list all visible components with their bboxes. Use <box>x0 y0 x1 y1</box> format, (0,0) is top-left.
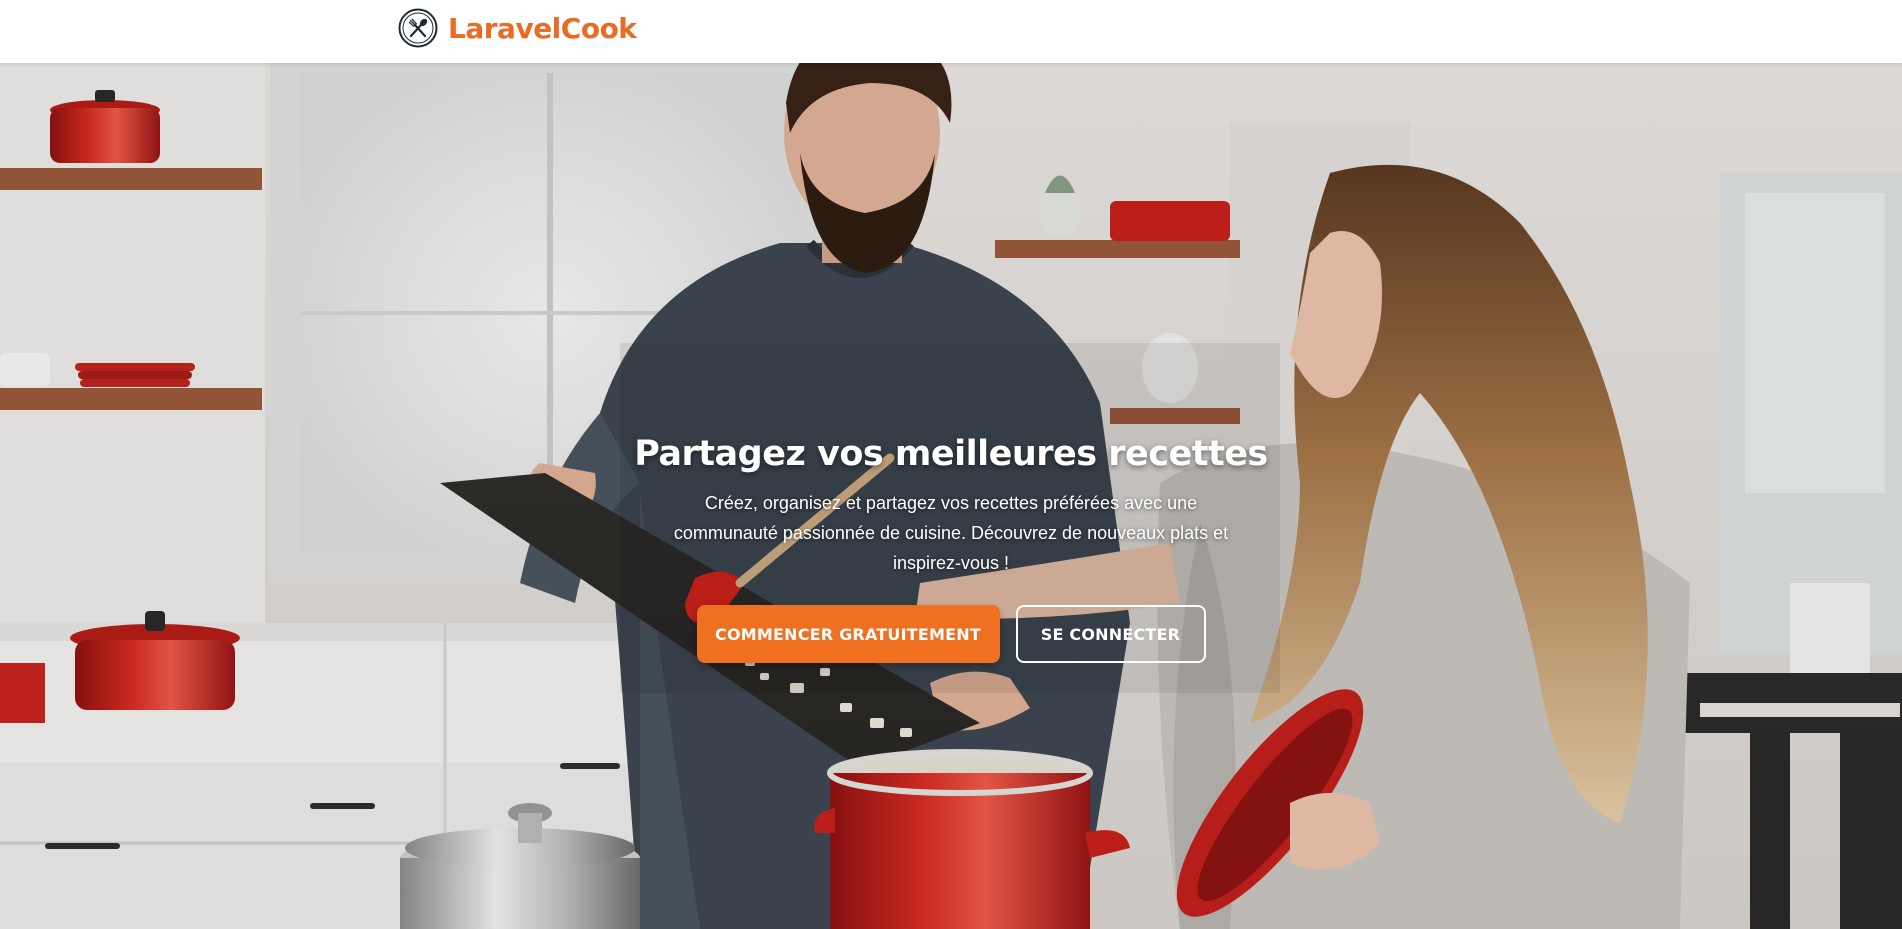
hero-title: Partagez vos meilleures recettes <box>634 434 1268 474</box>
hero-content: Partagez vos meilleures recettes Créez, … <box>0 430 1902 663</box>
login-button[interactable]: SE CONNECTER <box>1015 605 1206 663</box>
hero-section: Partagez vos meilleures recettes Créez, … <box>0 63 1902 929</box>
cta-group: COMMENCER GRATUITEMENT SE CONNECTER <box>0 605 1902 663</box>
start-free-button[interactable]: COMMENCER GRATUITEMENT <box>696 605 1000 663</box>
brand-logo-link[interactable]: LaravelCook <box>398 6 637 50</box>
navbar: LaravelCook <box>0 0 1902 63</box>
hero-subtitle: Créez, organisez et partagez vos recette… <box>673 493 1229 573</box>
brand-name: LaravelCook <box>448 11 637 45</box>
utensils-icon <box>398 8 438 48</box>
